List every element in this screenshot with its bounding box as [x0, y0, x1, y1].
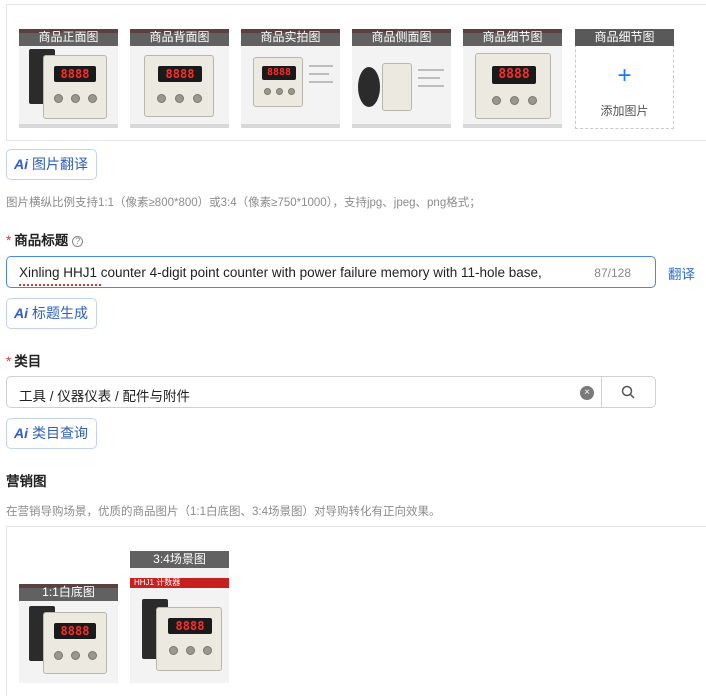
- image-footer: [463, 124, 562, 128]
- device-display: 8888: [54, 66, 96, 82]
- product-image-real-shot[interactable]: 8888 商品实拍图: [241, 29, 340, 128]
- device-button: [54, 651, 63, 660]
- device-button: [203, 646, 212, 655]
- marketing-label: 营销图: [6, 474, 47, 489]
- device-display: 8888: [262, 66, 296, 80]
- title-translate-link[interactable]: 翻译: [668, 263, 695, 283]
- marketing-image-square[interactable]: 8888 1:1白底图: [19, 584, 118, 683]
- required-mark: *: [6, 233, 12, 248]
- help-icon[interactable]: ?: [72, 236, 84, 247]
- product-image-front[interactable]: 8888 商品正面图: [19, 29, 118, 128]
- device-button: [88, 651, 97, 660]
- title-char-counter: 87/128: [594, 266, 631, 280]
- category-value: 工具 / 仪器仪表 / 配件与附件: [19, 389, 191, 404]
- device-button: [88, 94, 97, 103]
- device-body: [382, 63, 412, 111]
- clear-icon[interactable]: ×: [580, 386, 594, 400]
- plus-icon: +: [617, 62, 632, 89]
- device-button: [71, 94, 80, 103]
- scene-banner: HHJ1 计数器: [130, 578, 229, 588]
- ai-icon: Ai: [14, 425, 28, 441]
- spec-text: [309, 81, 333, 83]
- button-label: 图片翻译: [32, 156, 88, 172]
- device-socket: [358, 67, 380, 107]
- spec-text: [309, 73, 329, 75]
- product-image-detail[interactable]: 8888 商品细节图: [463, 29, 562, 128]
- image-caption: 1:1白底图: [19, 584, 118, 601]
- spec-text: [418, 69, 444, 71]
- device-display: 8888: [158, 66, 202, 82]
- title-label-text: 商品标题: [14, 233, 69, 248]
- device-body: 8888: [43, 55, 107, 119]
- device-button: [175, 94, 184, 103]
- device-button: [510, 96, 519, 105]
- image-caption: 商品正面图: [19, 29, 118, 46]
- device-button: [528, 96, 537, 105]
- device-body: 8888: [43, 612, 107, 674]
- device-button: [492, 96, 501, 105]
- button-label: 标题生成: [32, 305, 88, 321]
- image-caption: 3:4场景图: [130, 551, 229, 568]
- category-select[interactable]: 工具 / 仪器仪表 / 配件与附件 ×: [6, 376, 656, 408]
- category-label-text: 类目: [14, 354, 42, 369]
- search-icon: [621, 385, 635, 399]
- image-footer: [352, 124, 451, 128]
- image-format-hint: 图片横纵比例支持1:1（像素≥800*800）或3:4（像素≥750*1000）…: [6, 197, 481, 209]
- image-footer: [241, 124, 340, 128]
- device-button: [71, 651, 80, 660]
- device-body: 8888: [144, 55, 214, 117]
- image-caption: 商品背面图: [130, 29, 229, 46]
- category-label: * 类目: [6, 350, 41, 370]
- device-button: [186, 646, 195, 655]
- image-translate-button[interactable]: Ai 图片翻译: [6, 149, 97, 180]
- device-button: [54, 94, 63, 103]
- product-image-back[interactable]: 8888 商品背面图: [130, 29, 229, 128]
- marketing-image-panel: 8888 1:1白底图 HHJ1 计数器 8888 3:4场景图: [6, 526, 706, 696]
- category-search-button[interactable]: [601, 377, 655, 407]
- title-label: * 商品标题?: [6, 229, 84, 249]
- required-mark: *: [6, 354, 12, 369]
- add-image-label: 添加图片: [600, 104, 649, 118]
- add-image-slot[interactable]: 商品细节图 + 添加图片: [575, 29, 674, 129]
- device-display: 8888: [492, 66, 536, 84]
- spec-text: [418, 85, 444, 87]
- image-footer: [130, 124, 229, 128]
- device-body: 8888: [156, 607, 222, 671]
- ai-icon: Ai: [14, 305, 28, 321]
- image-caption: 商品细节图: [463, 29, 562, 46]
- device-button: [193, 94, 202, 103]
- title-value: Xinling HHJ1 counter 4-digit point count…: [19, 265, 542, 280]
- image-caption: 商品细节图: [575, 29, 674, 46]
- device-button: [276, 88, 283, 95]
- product-image-gallery: 8888 商品正面图 8888 商品背面图 8888 商品实拍图 商品侧面图 8…: [6, 4, 706, 141]
- device-button: [169, 646, 178, 655]
- device-button: [264, 88, 271, 95]
- product-image-side[interactable]: 商品侧面图: [352, 29, 451, 128]
- marketing-image-scene[interactable]: HHJ1 计数器 8888 3:4场景图: [130, 551, 229, 683]
- category-query-button[interactable]: Ai 类目查询: [6, 418, 97, 449]
- device-button: [288, 88, 295, 95]
- device-display: 8888: [54, 623, 96, 639]
- spellcheck-underline: [19, 283, 101, 286]
- spec-text: [418, 77, 440, 79]
- ai-icon: Ai: [14, 156, 28, 172]
- image-footer: [19, 124, 118, 128]
- button-label: 类目查询: [32, 425, 88, 441]
- device-body: 8888: [253, 57, 303, 107]
- image-caption: 商品侧面图: [352, 29, 451, 46]
- device-body: 8888: [475, 53, 551, 119]
- product-title-input[interactable]: Xinling HHJ1 counter 4-digit point count…: [6, 256, 656, 288]
- marketing-hint: 在营销导购场景，优质的商品图片（1:1白底图、3:4场景图）对导购转化有正向效果…: [6, 506, 441, 518]
- spec-text: [309, 65, 333, 67]
- device-button: [157, 94, 166, 103]
- image-caption: 商品实拍图: [241, 29, 340, 46]
- title-generate-button[interactable]: Ai 标题生成: [6, 298, 97, 329]
- device-display: 8888: [168, 618, 212, 634]
